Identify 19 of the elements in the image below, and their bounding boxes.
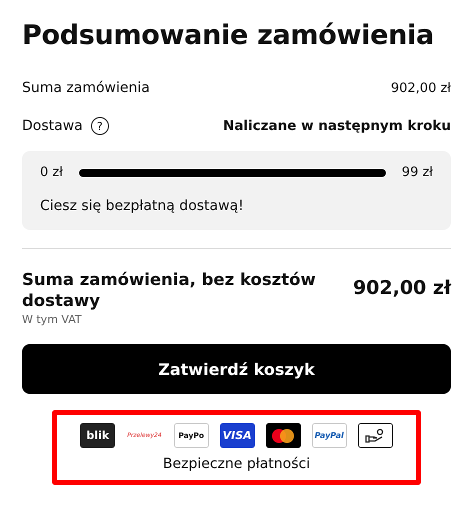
mastercard-logo [266, 423, 301, 448]
total-label: Suma zamówienia, bez kosztów dostawy [22, 269, 317, 311]
row-value: 902,00 zł [390, 80, 451, 96]
row-value: Naliczane w następnym kroku [223, 118, 451, 134]
vat-note: W tym VAT [22, 313, 83, 326]
hand-coin-icon [358, 423, 393, 448]
free-delivery-message: Ciesz się bezpłatną dostawą! [40, 198, 245, 214]
visa-logo: VISA [220, 423, 255, 448]
help-icon[interactable]: ? [90, 117, 109, 135]
confirm-button[interactable]: Zatwierdź koszyk [22, 344, 451, 394]
min-label: 0 zł [40, 165, 63, 180]
page-title: Podsumowanie zamówienia [22, 20, 435, 51]
paypal-logo: PayPal [312, 423, 347, 448]
row-label: Dostawa [22, 118, 83, 134]
payments-caption: Bezpieczne płatności [162, 456, 310, 472]
row-label: Suma zamówienia [22, 80, 150, 96]
blik-logo: blik [80, 423, 116, 448]
total-value: 902,00 zł [352, 277, 451, 299]
max-label: 99 zł [402, 165, 433, 180]
